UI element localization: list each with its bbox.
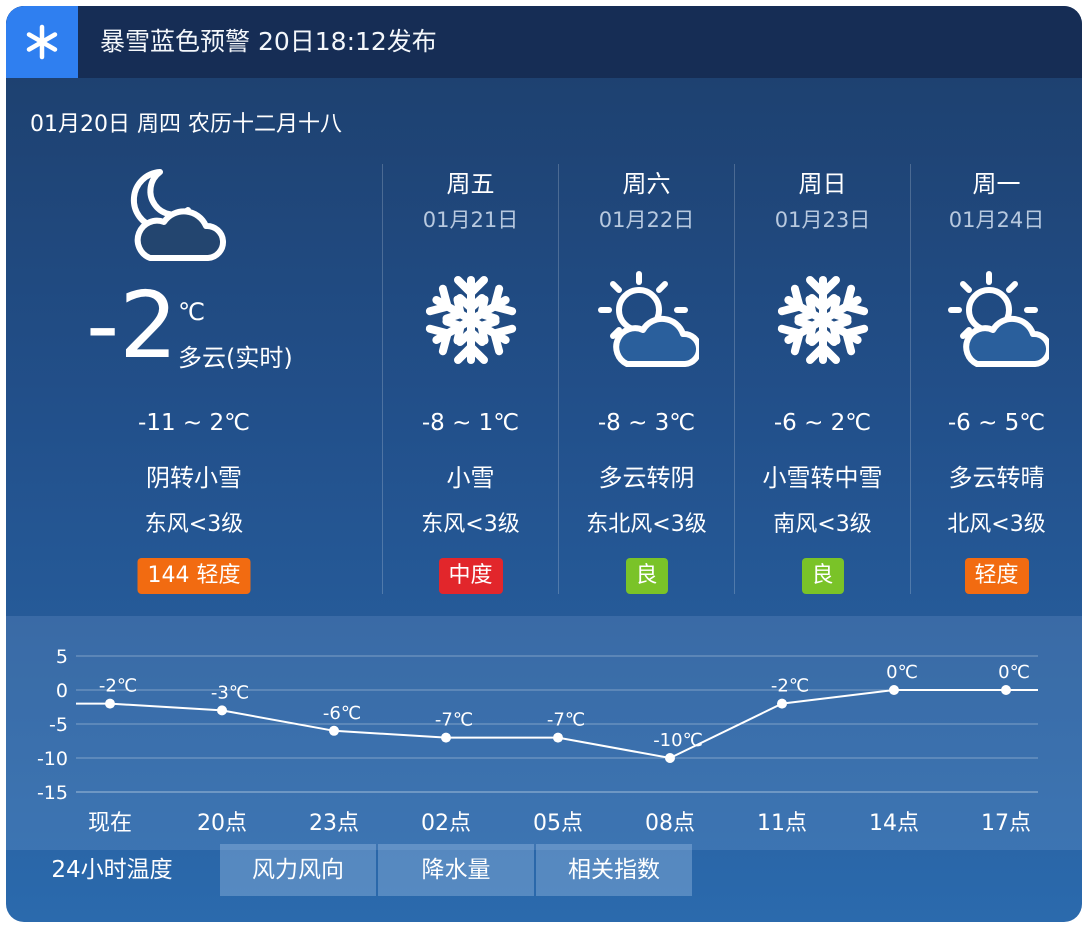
aqi-badge: 良 [625, 558, 668, 594]
day-wind: 北风<3级 [947, 512, 1046, 537]
temperature-point [553, 732, 563, 743]
day-weather: 多云转阴 [598, 464, 695, 492]
tab-precipitation[interactable]: 降水量 [378, 844, 534, 896]
day-weather: 小雪转中雪 [762, 464, 883, 492]
x-tick-label: 14点 [869, 811, 919, 836]
y-tick-label: 0 [56, 680, 68, 702]
day-name: 周日 [798, 170, 847, 198]
day-temp-range: -6 ~ 5℃ [947, 410, 1046, 436]
temperature-label: -6℃ [323, 703, 361, 724]
day-name: 周五 [446, 170, 495, 198]
aqi-badge: 良 [801, 558, 844, 594]
sun-cloud-icon [595, 268, 699, 372]
temperature-point [217, 705, 227, 716]
sun-cloud-icon [945, 268, 1049, 372]
today-date-line: 01月20日 周四 农历十二月十八 [30, 112, 342, 137]
temperature-label: -7℃ [547, 710, 585, 731]
x-tick-label: 现在 [88, 811, 132, 836]
aqi-badge: 中度 [438, 558, 503, 594]
y-tick-label: -10 [37, 748, 68, 770]
x-tick-label: 02点 [421, 811, 471, 836]
tab-24h-temperature[interactable]: 24小时温度 [6, 844, 218, 896]
day-date: 01月22日 [598, 208, 695, 232]
today-weather: 阴转小雪 [146, 464, 242, 492]
x-tick-label: 17点 [981, 811, 1031, 836]
temperature-point [889, 685, 899, 695]
temperature-point [777, 698, 787, 709]
day-date: 01月23日 [774, 208, 871, 232]
temperature-label: -10℃ [653, 730, 703, 751]
snowflake-icon [6, 6, 78, 78]
forecast-day[interactable]: 周五 01月21日 -8 ~ 1℃ 小雪 东风<3级 中度 [383, 156, 558, 594]
temperature-label: -2℃ [771, 676, 809, 697]
day-date: 01月24日 [948, 208, 1045, 232]
temperature-chart: 5 0 -5 -10 -15 -2℃ -3℃ -6℃ -7℃ -7℃ -10℃ -2℃ 0℃ 0℃ 现在 20… [37, 646, 1038, 836]
forecast-day[interactable]: 周一 01月24日 -6 ~ 5℃ 多云转晴 北风<3级 轻度 [911, 156, 1082, 594]
temperature-chart-panel: 5 0 -5 -10 -15 -2℃ -3℃ -6℃ -7℃ -7℃ -10℃ -2℃ 0℃ 0℃ 现在 20… [6, 616, 1082, 850]
forecast-day[interactable]: 周六 01月22日 -8 ~ 3℃ 多云转阴 东北风<3级 良 [559, 156, 734, 594]
day-date: 01月21日 [422, 208, 519, 232]
x-tick-label: 11点 [757, 811, 807, 836]
weather-widget: 暴雪蓝色预警 20日18:12发布 01月20日 周四 农历十二月十八 -2 ℃… [6, 6, 1082, 922]
today-wind: 东风<3级 [144, 512, 244, 537]
temperature-label: 0℃ [998, 662, 1030, 683]
y-tick-label: -5 [49, 714, 68, 736]
temperature-label: -7℃ [435, 710, 473, 731]
day-name: 周一 [972, 170, 1021, 198]
temperature-point [105, 698, 115, 709]
day-wind: 东北风<3级 [586, 512, 707, 537]
forecast-day[interactable]: 周日 01月23日 -6 ~ 2℃ 小雪转中雪 南风<3级 良 [735, 156, 910, 594]
day-temp-range: -6 ~ 2℃ [773, 410, 872, 436]
aqi-badge: 144 轻度 [137, 558, 251, 594]
x-tick-label: 08点 [645, 811, 695, 836]
alert-bar[interactable]: 暴雪蓝色预警 20日18:12发布 [6, 6, 1082, 78]
tab-indices[interactable]: 相关指数 [536, 844, 692, 896]
aqi-badge: 轻度 [964, 558, 1029, 594]
snowflake-icon [419, 268, 523, 372]
x-tick-label: 20点 [197, 811, 247, 836]
day-weather: 小雪 [446, 464, 495, 492]
temperature-point [441, 732, 451, 743]
temperature-point [329, 725, 339, 736]
temperature-label: -2℃ [99, 676, 137, 697]
alert-text[interactable]: 暴雪蓝色预警 20日18:12发布 [100, 6, 437, 78]
x-tick-label: 05点 [533, 811, 583, 836]
snowflake-icon [771, 268, 875, 372]
y-tick-label: 5 [56, 646, 68, 668]
day-wind: 东风<3级 [421, 512, 520, 537]
y-tick-label: -15 [37, 782, 68, 804]
day-name: 周六 [622, 170, 671, 198]
day-temp-range: -8 ~ 1℃ [421, 410, 520, 436]
day-temp-range: -8 ~ 3℃ [597, 410, 696, 436]
x-tick-label: 23点 [309, 811, 359, 836]
day-wind: 南风<3级 [773, 512, 872, 537]
temperature-point [665, 753, 675, 763]
tab-wind[interactable]: 风力风向 [220, 844, 376, 896]
today-temp-range: -11 ~ 2℃ [138, 410, 250, 436]
temperature-point [1001, 685, 1011, 695]
temperature-label: 0℃ [886, 662, 918, 683]
day-weather: 多云转晴 [948, 464, 1045, 492]
temperature-label: -3℃ [211, 682, 249, 703]
